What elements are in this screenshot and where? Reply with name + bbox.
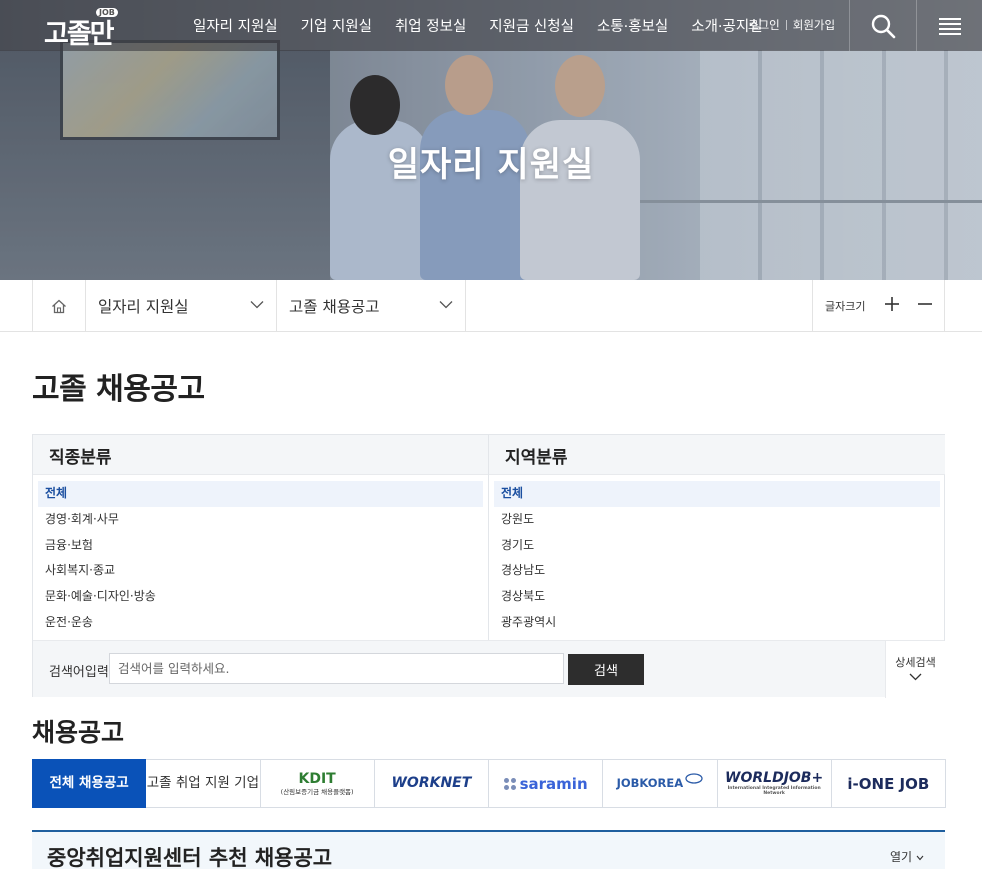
job-category-option[interactable]: 문화·예술·디자인·방송: [38, 584, 483, 610]
listings-section-title: 채용공고: [32, 718, 125, 747]
recommended-listings-title: 중앙취업지원센터 추천 채용공고: [47, 846, 333, 869]
menu-item-subsidy[interactable]: 지원금 신청실: [489, 15, 574, 36]
tab-all-listings[interactable]: 전체 채용공고: [32, 759, 147, 808]
breadcrumb: 일자리 지원실 고졸 채용공고 글자크기: [0, 280, 982, 332]
recommended-listings-bar: 중앙취업지원센터 추천 채용공고 열기: [32, 830, 945, 869]
breadcrumb-level2-label: 고졸 채용공고: [289, 298, 380, 316]
job-category-filter: 직종분류 전체 경영·회계·사무 금융·보험 사회복지·종교 문화·예술·디자인…: [33, 435, 489, 640]
hero-title: 일자리 지원실: [387, 145, 595, 185]
divider: [785, 20, 787, 30]
saramin-logo: saramin: [503, 774, 588, 793]
breadcrumb-dropdown-level2[interactable]: 고졸 채용공고: [276, 280, 465, 332]
logo-text: 고졸만: [44, 19, 115, 50]
main-menu: 일자리 지원실 기업 지원실 취업 정보실 지원금 신청실 소통·홍보실 소개·…: [193, 0, 786, 51]
menu-item-communication[interactable]: 소통·홍보실: [597, 15, 668, 36]
detail-search-label: 상세검색: [895, 656, 936, 669]
job-filter-panel: 직종분류 전체 경영·회계·사무 금융·보험 사회복지·종교 문화·예술·디자인…: [32, 434, 945, 698]
menu-item-company-support[interactable]: 기업 지원실: [301, 15, 372, 36]
breadcrumb-dropdown-level1[interactable]: 일자리 지원실: [85, 280, 276, 332]
minus-icon: [918, 303, 932, 305]
expand-toggle-label: 열기: [890, 850, 913, 864]
worldjob-logo-subtitle: International Integrated Information Net…: [727, 786, 821, 796]
job-category-option[interactable]: 금융·보험: [38, 533, 483, 559]
top-navigation: 고졸만 JOB 일자리 지원실 기업 지원실 취업 정보실 지원금 신청실 소통…: [0, 0, 982, 51]
menu-item-job-info[interactable]: 취업 정보실: [395, 15, 466, 36]
search-label: 검색어입력: [49, 665, 109, 680]
home-button[interactable]: [32, 280, 85, 332]
font-increase-button[interactable]: [882, 296, 902, 316]
breadcrumb-level1-label: 일자리 지원실: [98, 298, 189, 316]
plus-icon: [885, 297, 899, 311]
tab-support-companies[interactable]: 고졸 취업 지원 기업: [146, 759, 261, 808]
speech-bubble-icon: [685, 772, 703, 784]
hamburger-icon: [938, 17, 961, 35]
tab-worldjob[interactable]: WORLDJOB+ International Integrated Infor…: [717, 759, 832, 808]
tab-label: 전체 채용공고: [49, 775, 129, 792]
font-size-control: 글자크기: [812, 280, 945, 332]
chevron-down-icon: [909, 673, 922, 681]
tab-worknet[interactable]: WORKNET: [374, 759, 489, 808]
job-category-option[interactable]: 사회복지·종교: [38, 558, 483, 584]
region-option[interactable]: 경상북도: [494, 584, 940, 610]
region-option[interactable]: 광주광역시: [494, 610, 940, 636]
tab-jobkorea[interactable]: JOBKOREA: [603, 759, 718, 808]
chevron-down-icon: [250, 301, 264, 309]
home-icon: [52, 299, 66, 313]
job-category-heading: 직종분류: [33, 435, 488, 475]
chevron-down-icon: [439, 301, 453, 309]
tab-ione-job[interactable]: i-ONE JOB: [831, 759, 946, 808]
saramin-logo-text: saramin: [519, 774, 588, 793]
worknet-logo: WORKNET: [391, 775, 472, 792]
region-filter: 지역분류 전체 강원도 경기도 경상남도 경상북도 광주광역시: [489, 435, 945, 640]
search-button[interactable]: [849, 0, 915, 51]
font-decrease-button[interactable]: [915, 296, 935, 316]
region-option[interactable]: 경기도: [494, 533, 940, 559]
tab-saramin[interactable]: saramin: [489, 759, 604, 808]
kdit-logo-subtitle: (산림보증기금 채용플랫폼): [280, 787, 354, 796]
auth-links: 로그인 회원가입: [748, 17, 835, 33]
signup-link[interactable]: 회원가입: [793, 17, 835, 33]
chevron-down-icon: [916, 855, 924, 861]
detail-search-button[interactable]: 상세검색: [885, 641, 945, 698]
logo-badge: JOB: [96, 8, 118, 17]
worldjob-logo: WORLDJOB+ International Integrated Infor…: [718, 771, 831, 796]
login-link[interactable]: 로그인: [748, 17, 780, 33]
job-category-option[interactable]: 경영·회계·사무: [38, 507, 483, 533]
site-logo[interactable]: 고졸만 JOB: [44, 8, 124, 50]
job-category-option[interactable]: 운전·운송: [38, 610, 483, 636]
job-category-list: 전체 경영·회계·사무 금융·보험 사회복지·종교 문화·예술·디자인·방송 운…: [33, 475, 488, 636]
expand-toggle[interactable]: 열기: [890, 848, 924, 865]
job-category-option[interactable]: 전체: [38, 481, 483, 507]
menu-item-job-support[interactable]: 일자리 지원실: [193, 15, 278, 36]
breadcrumb-spacer: [465, 280, 813, 332]
page-title: 고졸 채용공고: [32, 372, 205, 407]
region-option[interactable]: 강원도: [494, 507, 940, 533]
kdit-logo: KDIT (산림보증기금 채용플랫폼): [281, 772, 354, 796]
region-option[interactable]: 경상남도: [494, 558, 940, 584]
worldjob-logo-text: WORLDJOB+: [725, 770, 824, 786]
ione-job-logo: i-ONE JOB: [847, 774, 930, 793]
jobkorea-logo: JOBKOREA: [616, 775, 684, 790]
region-list: 전체 강원도 경기도 경상남도 경상북도 광주광역시: [489, 475, 945, 636]
listing-source-tabs: 전체 채용공고 고졸 취업 지원 기업 KDIT (산림보증기금 채용플랫폼) …: [32, 759, 946, 808]
tab-label: 고졸 취업 지원 기업: [146, 775, 259, 792]
search-submit-button[interactable]: 검색: [568, 654, 644, 685]
search-icon: [871, 14, 895, 38]
tab-kdit[interactable]: KDIT (산림보증기금 채용플랫폼): [260, 759, 375, 808]
search-input[interactable]: [109, 653, 564, 684]
region-option[interactable]: 전체: [494, 481, 940, 507]
keyword-search-row: 검색어입력 검색 상세검색: [33, 640, 945, 698]
region-heading: 지역분류: [489, 435, 945, 475]
hamburger-menu-button[interactable]: [916, 0, 982, 51]
font-size-label: 글자크기: [825, 300, 866, 313]
saramin-dots-icon: [503, 777, 516, 790]
kdit-logo-text: KDIT: [298, 770, 336, 787]
